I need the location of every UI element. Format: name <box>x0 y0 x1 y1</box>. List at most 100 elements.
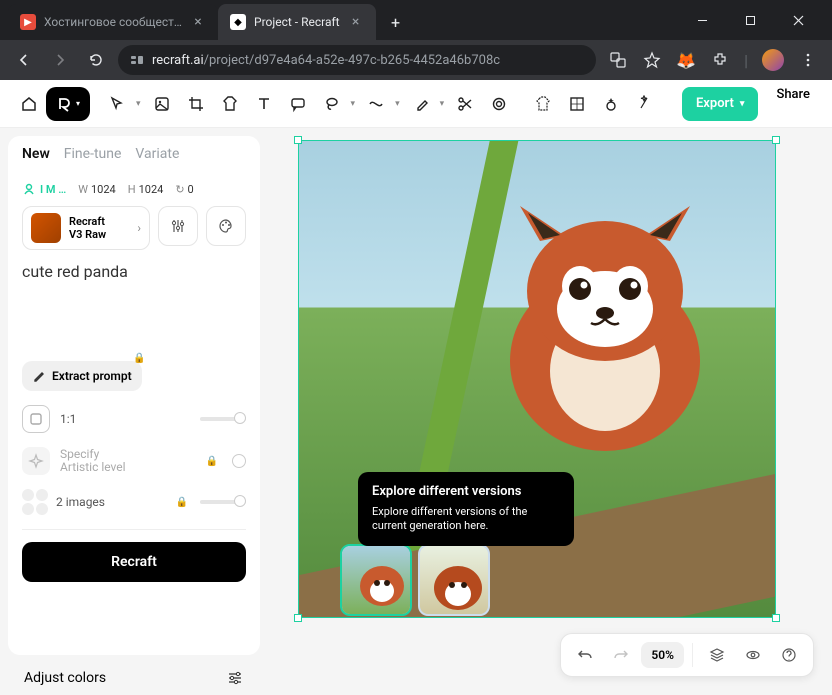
aspect-slider[interactable] <box>200 417 246 421</box>
rotation-readout: ↻0 <box>175 183 193 196</box>
thumbnail-0[interactable] <box>340 544 412 616</box>
redo-button[interactable] <box>605 639 637 671</box>
tab-variate[interactable]: Variate <box>135 146 179 162</box>
thumbnail-1[interactable] <box>418 544 490 616</box>
forward-button[interactable] <box>46 46 74 74</box>
scissors-tool[interactable] <box>448 87 482 121</box>
home-button[interactable] <box>12 87 46 121</box>
kebab-menu-icon[interactable] <box>798 50 818 70</box>
reload-button[interactable] <box>82 46 110 74</box>
favicon-1: ◆ <box>230 14 246 30</box>
layers-tool[interactable] <box>482 87 516 121</box>
undo-button[interactable] <box>569 639 601 671</box>
images-count-control[interactable]: 2 images 🔒 <box>22 489 246 515</box>
back-button[interactable] <box>10 46 38 74</box>
extensions-icon[interactable] <box>710 50 730 70</box>
tooltip-title: Explore different versions <box>372 484 560 499</box>
pencil-icon <box>32 369 46 383</box>
onboarding-tooltip: Explore different versions Explore diffe… <box>358 472 574 546</box>
prompt-text[interactable]: cute red panda <box>22 262 246 281</box>
share-button[interactable]: Share <box>766 87 820 121</box>
mockup-tool[interactable] <box>526 87 560 121</box>
extension-fox-icon[interactable]: 🦊 <box>676 50 696 70</box>
lasso-tool[interactable] <box>315 87 349 121</box>
browser-chrome: ▶ Хостинговое сообщество «Tim × ◆ Projec… <box>0 0 832 80</box>
app-root: ▾ ▾ ▾ ▾ ▾ Export▾ Share New Fine-tune Va… <box>0 80 832 695</box>
aspect-label: 1:1 <box>60 412 190 426</box>
upscale-tool[interactable] <box>560 87 594 121</box>
address-row: recraft.ai/project/d97e4a64-a52e-497c-b2… <box>0 40 832 80</box>
model-selector[interactable]: RecraftV3 Raw › <box>22 206 150 250</box>
resize-handle-tr[interactable] <box>772 136 780 144</box>
address-bar[interactable]: recraft.ai/project/d97e4a64-a52e-497c-b2… <box>118 45 596 75</box>
bookmark-icon[interactable] <box>642 50 662 70</box>
height-readout: H1024 <box>128 183 164 196</box>
sparkle-icon <box>22 447 50 475</box>
new-tab-button[interactable]: + <box>382 8 410 36</box>
lock-icon: 🔒 <box>206 456 218 467</box>
minimize-button[interactable] <box>688 6 716 34</box>
text-tool[interactable] <box>247 87 281 121</box>
translate-icon[interactable] <box>608 50 628 70</box>
close-window-button[interactable] <box>784 6 812 34</box>
url-path: /project/d97e4a64-a52e-497c-b265-4452a46… <box>204 53 500 68</box>
tooltip-body: Explore different versions of the curren… <box>372 505 560 534</box>
close-icon[interactable]: × <box>190 14 206 30</box>
view-button[interactable] <box>737 639 769 671</box>
canvas-area[interactable]: Explore different versions Explore diffe… <box>260 128 832 695</box>
canvas-bottom-bar: 50% <box>560 633 814 677</box>
artistic-level-control[interactable]: SpecifyArtistic level 🔒 <box>22 447 246 475</box>
eraser-tool[interactable] <box>404 87 438 121</box>
chevron-right-icon: › <box>137 221 141 235</box>
tab-fine-tune[interactable]: Fine-tune <box>64 146 122 162</box>
aspect-icon <box>22 405 50 433</box>
export-button[interactable]: Export▾ <box>682 87 758 121</box>
chat-tool[interactable] <box>281 87 315 121</box>
image-mode-chip[interactable]: I M … <box>22 182 66 196</box>
crop-tool[interactable] <box>179 87 213 121</box>
dots-icon <box>22 489 48 515</box>
chevron-down-icon[interactable]: ▾ <box>395 99 400 109</box>
close-icon[interactable]: × <box>348 14 364 30</box>
profile-avatar[interactable] <box>762 49 784 71</box>
chevron-down-icon[interactable]: ▾ <box>136 99 141 109</box>
recraft-button[interactable]: Recraft <box>22 542 246 582</box>
adjust-colors-row[interactable]: Adjust colors <box>8 655 260 687</box>
pencil-tool[interactable] <box>359 87 393 121</box>
zoom-level[interactable]: 50% <box>641 642 684 668</box>
addr-actions: 🦊 | <box>604 49 822 71</box>
model-row: RecraftV3 Raw › <box>22 206 246 250</box>
images-label: 2 images <box>56 495 168 509</box>
cursor-tool[interactable] <box>100 87 134 121</box>
site-settings-icon[interactable] <box>130 53 144 67</box>
image-tool[interactable] <box>145 87 179 121</box>
mode-tabs: New Fine-tune Variate <box>8 136 260 172</box>
images-slider[interactable] <box>200 500 246 504</box>
tab-title-0: Хостинговое сообщество «Tim <box>44 15 182 29</box>
browser-tab-1[interactable]: ◆ Project - Recraft × <box>218 4 376 40</box>
app-toolbar: ▾ ▾ ▾ ▾ ▾ Export▾ Share <box>0 80 832 128</box>
browser-tab-0[interactable]: ▶ Хостинговое сообщество «Tim × <box>8 4 218 40</box>
tshirt-tool[interactable] <box>213 87 247 121</box>
wand-tool[interactable] <box>594 87 628 121</box>
maximize-button[interactable] <box>736 6 764 34</box>
aspect-ratio-control[interactable]: 1:1 <box>22 405 246 433</box>
sliders-button[interactable] <box>158 206 198 246</box>
adjust-colors-label: Adjust colors <box>24 670 106 686</box>
chevron-down-icon[interactable]: ▾ <box>440 99 445 109</box>
resize-handle-tl[interactable] <box>294 136 302 144</box>
extract-prompt-button[interactable]: Extract prompt 🔒 <box>22 361 142 391</box>
resize-handle-bl[interactable] <box>294 614 302 622</box>
help-button[interactable] <box>773 639 805 671</box>
resize-handle-br[interactable] <box>772 614 780 622</box>
workspace: New Fine-tune Variate I M … W1024 H1024 … <box>0 128 832 695</box>
chevron-down-icon[interactable]: ▾ <box>351 99 356 109</box>
brand-button[interactable]: ▾ <box>46 87 90 121</box>
tab-new[interactable]: New <box>22 146 50 162</box>
sparkle-tool[interactable] <box>628 87 662 121</box>
palette-button[interactable] <box>206 206 246 246</box>
layers-button[interactable] <box>701 639 733 671</box>
artistic-toggle[interactable] <box>232 454 246 468</box>
browser-tabs: ▶ Хостинговое сообщество «Tim × ◆ Projec… <box>8 4 676 40</box>
width-readout: W1024 <box>78 183 116 196</box>
